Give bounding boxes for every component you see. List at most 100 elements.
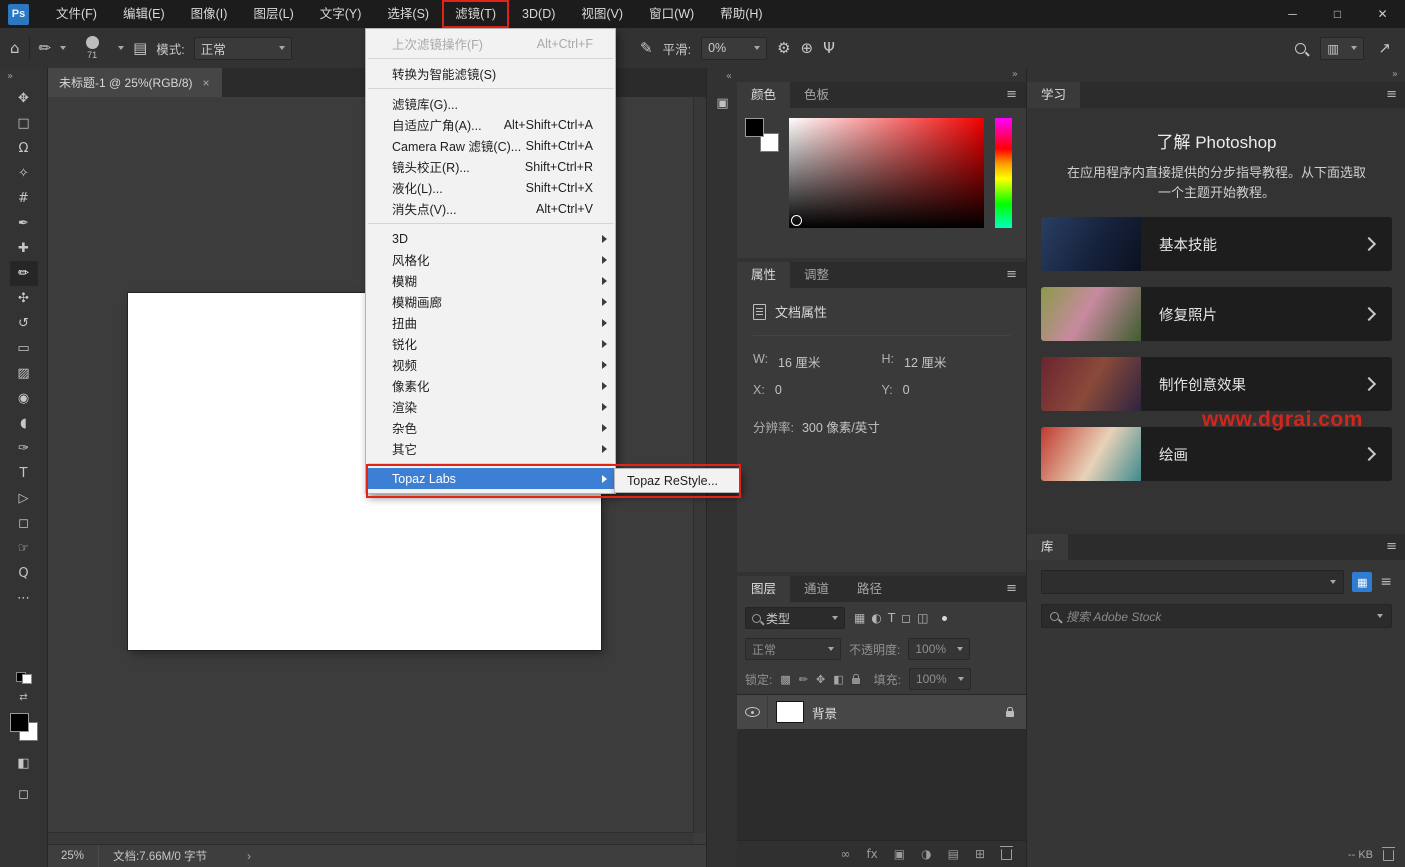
tool-history-brush[interactable]: ↺: [10, 311, 38, 336]
tab-layers[interactable]: 图层: [737, 576, 790, 602]
grid-view-button[interactable]: ▦: [1352, 572, 1372, 592]
menu-image[interactable]: 图像(I): [178, 0, 241, 28]
menu-item-blur[interactable]: 模糊: [366, 270, 615, 291]
tab-libraries[interactable]: 库: [1027, 534, 1068, 560]
menu-select[interactable]: 选择(S): [374, 0, 442, 28]
add-layer-mask-icon[interactable]: ▣: [894, 847, 905, 861]
menu-filter[interactable]: 滤镜(T): [442, 0, 509, 28]
smoothing-select[interactable]: 0%: [701, 37, 767, 60]
document-tab-close-icon[interactable]: ×: [203, 76, 210, 90]
menu-item-3d[interactable]: 3D: [366, 228, 615, 249]
chevron-down-icon[interactable]: [118, 46, 124, 50]
workspace-switcher[interactable]: ▥: [1320, 37, 1364, 60]
foreground-color-swatch[interactable]: [10, 713, 29, 732]
menu-item-filter-gallery[interactable]: 滤镜库(G)...: [366, 93, 615, 114]
foreground-background-swatches[interactable]: [745, 118, 779, 152]
filter-adjustment-layers-icon[interactable]: ◐: [868, 611, 884, 625]
menu-type[interactable]: 文字(Y): [307, 0, 375, 28]
menu-item-render[interactable]: 渲染: [366, 396, 615, 417]
panel-menu-icon[interactable]: ≡: [997, 262, 1026, 288]
chevron-down-icon[interactable]: [60, 46, 66, 50]
menu-item-camera-raw[interactable]: Camera Raw 滤镜(C)... Shift+Ctrl+A: [366, 135, 615, 156]
fill-field[interactable]: 100%: [909, 668, 971, 690]
tool-spot-healing[interactable]: ✚: [10, 236, 38, 261]
paint-symmetry-icon[interactable]: Ψ: [823, 41, 835, 56]
tool-type[interactable]: T: [10, 461, 38, 486]
smoothing-options-gear-icon[interactable]: ⚙: [777, 41, 790, 56]
panel-menu-icon[interactable]: ≡: [1377, 82, 1405, 108]
menu-view[interactable]: 视图(V): [568, 0, 636, 28]
foreground-swatch[interactable]: [745, 118, 764, 137]
tool-eraser[interactable]: ▭: [10, 336, 38, 361]
new-layer-icon[interactable]: ⊞: [975, 847, 985, 861]
tool-rectangular-marquee[interactable]: □: [10, 111, 38, 136]
toolbar-collapse-icon[interactable]: »: [0, 68, 47, 86]
menu-edit[interactable]: 编辑(E): [110, 0, 178, 28]
tool-brush[interactable]: ✏: [10, 261, 38, 286]
screen-mode-button[interactable]: ◻: [10, 782, 38, 807]
learn-card-basic-skills[interactable]: 基本技能: [1041, 217, 1392, 271]
airbrush-icon[interactable]: ✎: [640, 41, 653, 56]
filter-toggle-pin-icon[interactable]: [942, 616, 947, 621]
tool-rectangle[interactable]: ◻: [10, 511, 38, 536]
zoom-level-field[interactable]: 25%: [47, 845, 99, 867]
opacity-field[interactable]: 100%: [908, 638, 970, 660]
brush-preset-picker[interactable]: 71: [75, 36, 109, 60]
lock-all-icon[interactable]: [852, 678, 860, 684]
collapse-panels-icon[interactable]: »: [737, 68, 1026, 82]
link-layers-icon[interactable]: ∞: [840, 847, 850, 861]
collapse-panels-icon[interactable]: »: [1027, 68, 1405, 82]
menu-item-last-filter[interactable]: 上次滤镜操作(F) Alt+Ctrl+F: [366, 33, 615, 54]
tab-adjustments[interactable]: 调整: [790, 262, 843, 288]
brush-angle-icon[interactable]: ⊕: [801, 41, 814, 56]
brush-tool-preset-icon[interactable]: ✏: [39, 41, 52, 56]
menu-item-blur-gallery[interactable]: 模糊画廊: [366, 291, 615, 312]
tool-edit-toolbar[interactable]: ⋯: [10, 586, 38, 611]
filter-type-layers-icon[interactable]: T: [885, 611, 898, 625]
menu-file[interactable]: 文件(F): [43, 0, 110, 28]
library-search-input[interactable]: 搜索 Adobe Stock: [1041, 604, 1392, 628]
hue-slider[interactable]: [995, 118, 1012, 228]
menu-item-convert-smart-filters[interactable]: 转换为智能滤镜(S): [366, 63, 615, 84]
menu-3d[interactable]: 3D(D): [509, 0, 568, 28]
menu-item-vanishing-point[interactable]: 消失点(V)... Alt+Ctrl+V: [366, 198, 615, 219]
toggle-brush-settings-icon[interactable]: ▤: [133, 41, 147, 56]
layer-thumbnail[interactable]: [777, 702, 803, 722]
lock-image-pixels-icon[interactable]: ✏: [799, 673, 808, 686]
learn-card-creative-effects[interactable]: 制作创意效果: [1041, 357, 1392, 411]
menu-item-other[interactable]: 其它: [366, 438, 615, 459]
panel-menu-icon[interactable]: ≡: [1377, 534, 1405, 560]
panel-menu-icon[interactable]: ≡: [997, 576, 1026, 602]
tool-zoom[interactable]: Q: [10, 561, 38, 586]
menu-item-stylize[interactable]: 风格化: [366, 249, 615, 270]
menu-item-video[interactable]: 视频: [366, 354, 615, 375]
blend-mode-select[interactable]: 正常: [194, 37, 292, 60]
status-chevron-icon[interactable]: ›: [247, 849, 251, 863]
tool-path-selection[interactable]: ▷: [10, 486, 38, 511]
tool-move[interactable]: ✥: [10, 86, 38, 111]
list-view-button[interactable]: ≡: [1380, 574, 1392, 590]
learn-card-retouch-photos[interactable]: 修复照片: [1041, 287, 1392, 341]
layer-visibility-toggle[interactable]: [737, 695, 768, 729]
tool-hand[interactable]: ☞: [10, 536, 38, 561]
menu-item-topaz-restyle[interactable]: Topaz ReStyle...: [615, 470, 739, 491]
tab-swatches[interactable]: 色板: [790, 82, 843, 108]
color-picker-dot[interactable]: [791, 215, 802, 226]
tool-gradient[interactable]: ▨: [10, 361, 38, 386]
lock-transparent-pixels-icon[interactable]: ▩: [780, 673, 790, 686]
tool-crop[interactable]: #: [10, 186, 38, 211]
tab-learn[interactable]: 学习: [1027, 82, 1080, 108]
learn-card-painting[interactable]: 绘画: [1041, 427, 1392, 481]
menu-item-noise[interactable]: 杂色: [366, 417, 615, 438]
panel-menu-icon[interactable]: ≡: [997, 82, 1026, 108]
maximize-button[interactable]: □: [1315, 0, 1360, 28]
minimize-button[interactable]: ─: [1270, 0, 1315, 28]
menu-layer[interactable]: 图层(L): [240, 0, 306, 28]
menu-item-lens-correction[interactable]: 镜头校正(R)... Shift+Ctrl+R: [366, 156, 615, 177]
tool-eyedropper[interactable]: ✒: [10, 211, 38, 236]
menu-item-pixelate[interactable]: 像素化: [366, 375, 615, 396]
layer-filter-type-select[interactable]: 类型: [745, 607, 845, 629]
delete-library-item-icon[interactable]: [1383, 850, 1394, 861]
tool-dodge[interactable]: ◖: [10, 411, 38, 436]
layer-blend-mode-select[interactable]: 正常: [745, 638, 841, 660]
